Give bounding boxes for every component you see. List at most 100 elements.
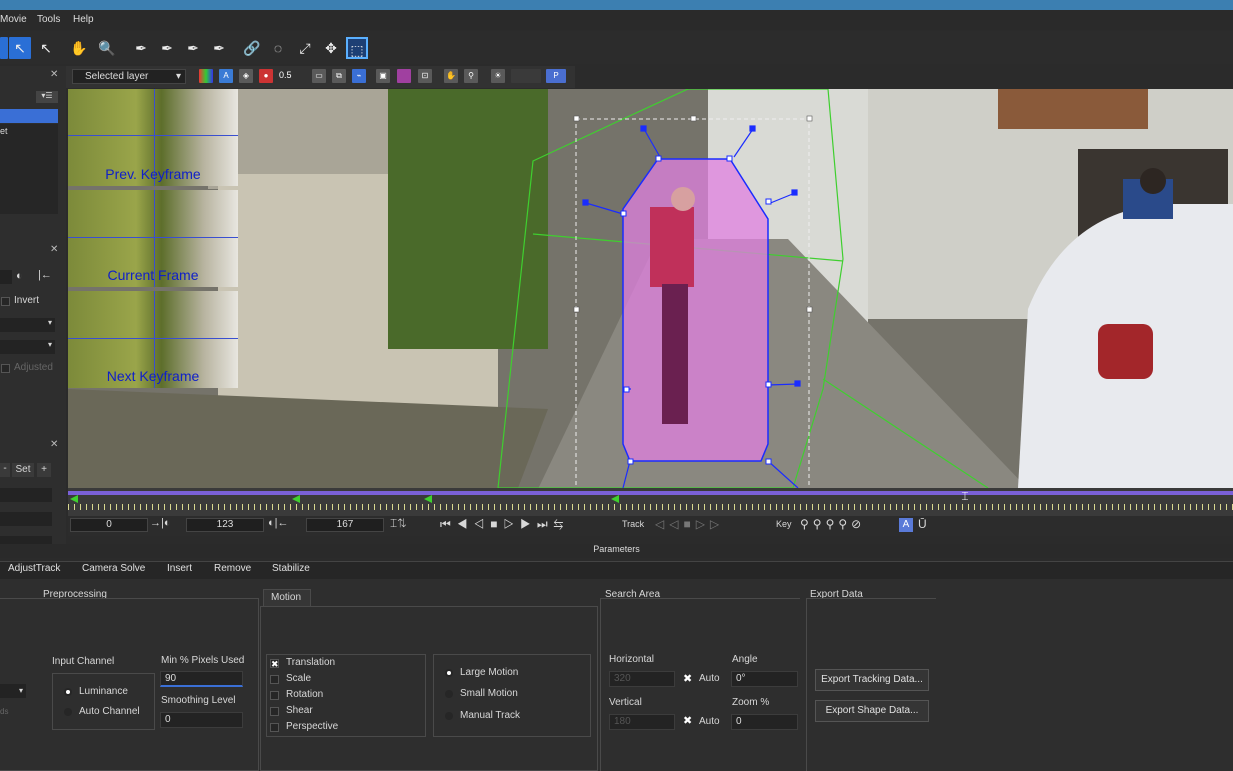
set-in-icon[interactable]: →|◐ [150,517,171,529]
smoothing-input[interactable]: 0 [160,712,243,728]
zoom-input[interactable]: 0 [731,714,798,730]
translation-checkbox[interactable]: ✖ [270,659,279,669]
large-motion-radio[interactable] [445,669,453,677]
min-pixels-input[interactable]: 90 [160,671,243,687]
goto-icon[interactable]: |← [38,269,52,281]
overlay-icon[interactable]: ◈ [239,69,253,83]
keyframe-marker[interactable] [424,495,432,503]
track-controls[interactable]: ◁◁■▷▷ [655,517,724,531]
brightness-icon[interactable]: ☀ [491,69,505,83]
menu-help[interactable]: Help [73,14,94,25]
channel-dropdown[interactable]: ▾ [0,684,26,698]
minus-button[interactable]: - [0,463,10,477]
add-xspline-tool-icon[interactable]: ✒ [156,37,178,59]
xspline-tool-icon[interactable]: ✒ [130,37,152,59]
menu-movie[interactable]: Movie [0,14,27,25]
planar-surface-icon[interactable]: ▣ [376,69,390,83]
opacity-value[interactable]: 0.5 [279,70,292,80]
tab-remove[interactable]: Remove [214,563,251,574]
current-frame-label: Current Frame [107,267,199,283]
lasso-tool-icon[interactable]: ◌ [267,37,289,59]
layer-select[interactable]: Selected layer ▾ [72,69,186,84]
rotation-checkbox[interactable] [270,691,279,700]
fit-range-icon[interactable]: ⌶⇅ [390,516,407,531]
alpha-channel-icon[interactable]: A [219,69,233,83]
playhead[interactable]: ⌶ [959,489,971,511]
luminance-radio[interactable] [64,688,72,696]
shear-checkbox[interactable] [270,707,279,716]
bspline-tool-icon[interactable]: ✒ [182,37,204,59]
move-tool-icon[interactable]: ✥ [320,37,342,59]
adjusted-checkbox[interactable] [1,364,10,373]
select-box-tool-icon[interactable]: ⬚ [346,37,368,59]
auto-key-icon[interactable]: A [899,518,913,532]
clear-key-icon[interactable]: Ū [918,517,927,531]
set-out-icon[interactable]: ◐|← [268,517,289,529]
tab-stabilize[interactable]: Stabilize [272,563,310,574]
mask-color-icon[interactable] [397,69,411,83]
horizontal-auto-checkbox[interactable]: ✖ [683,674,692,685]
close-icon[interactable]: ✕ [50,69,58,80]
transform-tool-icon[interactable]: ⤢ [294,37,316,59]
small-motion-radio[interactable] [445,690,453,698]
rgb-channel-icon[interactable] [199,69,213,83]
blend-dropdown[interactable]: ▾ [0,318,55,332]
vertical-input[interactable]: 180 [609,714,675,730]
plus-button[interactable]: + [37,463,51,477]
show-layers-icon[interactable]: ⧉ [332,69,346,83]
auto-channel-radio[interactable] [64,708,72,716]
export-tracking-data-button[interactable]: Export Tracking Data... [815,669,929,691]
keyframe-marker[interactable] [611,495,619,503]
tab-insert[interactable]: Insert [167,563,192,574]
video-viewer[interactable] [68,89,1233,488]
key-controls[interactable]: ⚲⚲⚲⚲⊘ [800,517,865,531]
auto-channel-label: Auto Channel [79,706,140,717]
start-frame-field[interactable]: 0 [70,518,148,532]
panel-menu-icon[interactable]: ▾☰ [36,91,58,103]
param-field[interactable] [0,512,52,526]
timeline[interactable]: ⌶ [68,488,1233,516]
translation-label: Translation [286,657,336,668]
p-button[interactable]: P [546,69,566,83]
tool-fragment[interactable] [0,37,8,59]
layer-row-selected[interactable] [0,109,58,123]
zoom-tool-icon[interactable]: 🔍 [96,37,118,59]
close-icon[interactable]: ✕ [50,439,58,450]
track-label: Track [622,519,645,529]
manual-track-radio[interactable] [445,712,453,720]
param-field[interactable] [0,270,12,284]
invert-checkbox[interactable] [1,297,10,306]
link-tool-icon[interactable]: 🔗 [241,37,263,59]
tab-adjusttrack[interactable]: AdjustTrack [8,563,60,574]
param-field[interactable] [0,488,52,502]
add-bspline-tool-icon[interactable]: ✒ [208,37,230,59]
keyframe-icon[interactable]: ◐ [16,270,23,282]
zoom-window-icon[interactable]: ⊡ [418,69,432,83]
keyframe-marker[interactable] [292,495,300,503]
keyframe-marker[interactable] [70,495,78,503]
horizontal-input[interactable]: 320 [609,671,675,687]
hand-tool-icon[interactable]: ✋ [68,37,90,59]
brightness-slider[interactable] [511,69,541,83]
playback-controls[interactable]: ⏮◀◁■▷▶⏭⇆ [440,517,569,532]
angle-input[interactable]: 0° [731,671,798,687]
tab-camera-solve[interactable]: Camera Solve [82,563,145,574]
view-mode-icon[interactable]: ▭ [312,69,326,83]
vertical-auto-checkbox[interactable]: ✖ [683,716,692,727]
set-button[interactable]: Set [12,463,34,477]
motion-blur-dropdown[interactable]: ▾ [0,340,55,354]
close-icon[interactable]: ✕ [50,244,58,255]
add-point-tool-icon[interactable]: ↖ [35,37,57,59]
matte-icon[interactable]: ● [259,69,273,83]
show-splines-icon[interactable]: ⌁ [352,69,366,83]
select-bspline-tool-icon[interactable]: ↖ [9,37,31,59]
pin-icon[interactable]: ⚲ [464,69,478,83]
trace-icon[interactable]: ✋ [444,69,458,83]
layer-list[interactable]: et [0,124,58,214]
perspective-checkbox[interactable] [270,723,279,732]
current-frame-field[interactable]: 123 [186,518,264,532]
menu-tools[interactable]: Tools [37,14,60,25]
export-shape-data-button[interactable]: Export Shape Data... [815,700,929,722]
end-frame-field[interactable]: 167 [306,518,384,532]
scale-checkbox[interactable] [270,675,279,684]
